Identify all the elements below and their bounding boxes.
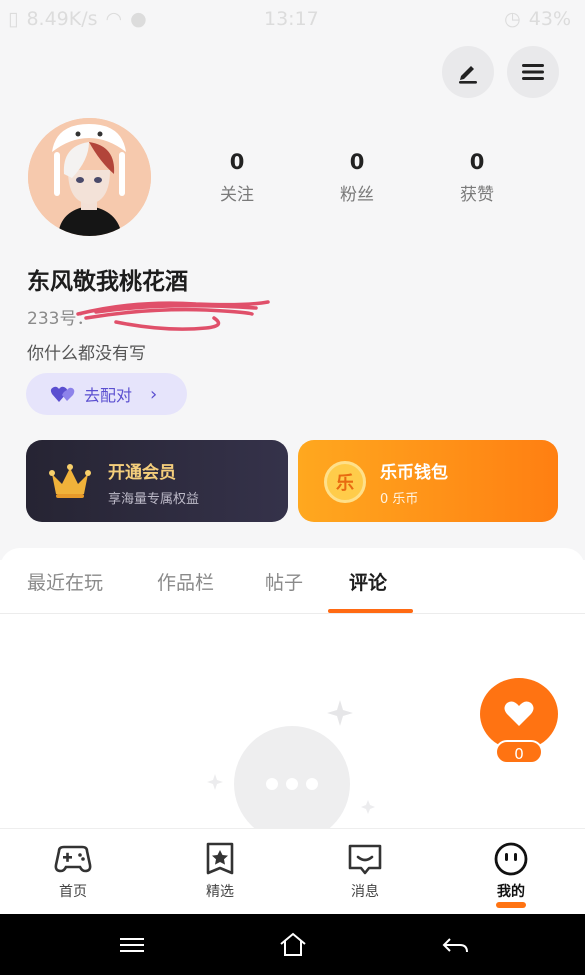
avatar[interactable] bbox=[28, 118, 151, 236]
coin-title: 乐币钱包 bbox=[380, 463, 448, 483]
system-nav-bar bbox=[0, 914, 585, 975]
likes-stat[interactable]: 0 获赞 bbox=[437, 150, 517, 205]
nav-home[interactable]: 首页 bbox=[23, 841, 123, 901]
following-count: 0 bbox=[229, 150, 245, 174]
nav-messages[interactable]: 消息 bbox=[315, 841, 415, 901]
recent-apps-icon[interactable] bbox=[117, 930, 147, 960]
followers-stat[interactable]: 0 粉丝 bbox=[317, 150, 397, 205]
bottom-nav: 首页 精选 消息 我的 bbox=[0, 828, 585, 914]
active-nav-indicator bbox=[496, 902, 526, 908]
face-icon bbox=[494, 842, 528, 876]
wifi-icon: ◠ bbox=[105, 8, 123, 30]
vip-title: 开通会员 bbox=[108, 463, 176, 483]
tab-works[interactable]: 作品栏 bbox=[157, 568, 214, 595]
tab-comments[interactable]: 评论 bbox=[349, 568, 387, 595]
menu-icon bbox=[522, 64, 544, 80]
pencil-icon bbox=[459, 66, 477, 84]
heart-icon bbox=[504, 701, 534, 726]
nav-messages-label: 消息 bbox=[351, 884, 379, 900]
sim-icon: ▯ bbox=[8, 8, 19, 30]
followers-label: 粉丝 bbox=[340, 185, 374, 205]
coin-icon: 乐 bbox=[324, 461, 366, 503]
battery-level: 43% bbox=[528, 8, 571, 30]
tab-posts[interactable]: 帖子 bbox=[265, 568, 303, 595]
vip-subtitle: 享海量专属权益 bbox=[108, 492, 200, 507]
hearts-icon bbox=[50, 386, 75, 402]
coin-wallet-card[interactable]: 乐 乐币钱包 0 乐币 bbox=[298, 440, 558, 522]
following-label: 关注 bbox=[220, 185, 254, 205]
tab-recent[interactable]: 最近在玩 bbox=[27, 568, 103, 595]
crown-icon bbox=[49, 464, 91, 498]
back-icon[interactable] bbox=[440, 930, 470, 960]
match-label: 去配对 bbox=[84, 386, 133, 405]
home-icon[interactable] bbox=[278, 930, 308, 960]
id-redaction-scribble bbox=[76, 300, 270, 331]
message-icon bbox=[348, 844, 382, 875]
nav-home-label: 首页 bbox=[59, 884, 87, 900]
vip-card[interactable]: 开通会员 享海量专属权益 bbox=[26, 440, 288, 522]
coin-glyph: 乐 bbox=[336, 473, 354, 494]
gamepad-icon bbox=[54, 845, 92, 873]
following-stat[interactable]: 0 关注 bbox=[197, 150, 277, 205]
likes-label: 获赞 bbox=[460, 185, 494, 205]
like-count-badge: 0 bbox=[495, 740, 543, 764]
nav-mine-label: 我的 bbox=[497, 884, 525, 900]
clock: 13:17 bbox=[264, 8, 319, 30]
chevron-right-icon: › bbox=[150, 383, 158, 405]
nav-mine[interactable]: 我的 bbox=[461, 841, 561, 908]
alarm-icon: ◷ bbox=[504, 8, 521, 30]
nav-featured-label: 精选 bbox=[206, 884, 234, 900]
like-fab[interactable]: 0 bbox=[480, 678, 558, 764]
chat-notification-icon: ● bbox=[130, 8, 147, 30]
coin-balance: 0 乐币 bbox=[380, 492, 419, 507]
followers-count: 0 bbox=[349, 150, 365, 174]
tab-bar: 最近在玩 作品栏 帖子 评论 bbox=[0, 548, 585, 614]
match-button[interactable]: 去配对 › bbox=[26, 373, 187, 415]
network-speed: 8.49K/s bbox=[26, 8, 98, 30]
nav-featured[interactable]: 精选 bbox=[170, 841, 270, 901]
status-bar: ▯ 8.49K/s ◠ ● 13:17 ◷ 43% bbox=[0, 0, 585, 40]
likes-count: 0 bbox=[469, 150, 485, 174]
star-bookmark-icon bbox=[206, 842, 234, 875]
user-bio: 你什么都没有写 bbox=[27, 344, 146, 364]
active-tab-indicator bbox=[328, 609, 413, 613]
edit-profile-button[interactable] bbox=[442, 46, 494, 98]
empty-state-illustration bbox=[207, 700, 375, 828]
username: 东风敬我桃花酒 bbox=[27, 269, 188, 295]
menu-button[interactable] bbox=[507, 46, 559, 98]
